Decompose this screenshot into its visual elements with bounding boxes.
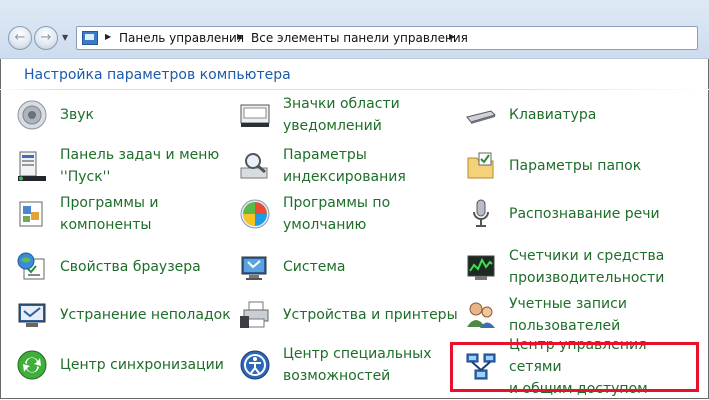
breadcrumb-arrow-icon[interactable]: ▶	[449, 32, 455, 41]
keyboard-icon	[466, 110, 496, 124]
breadcrumb-item-control-panel[interactable]: Панель управления	[119, 31, 244, 45]
breadcrumb-arrow-icon[interactable]: ▶	[237, 32, 243, 41]
item-user-accounts[interactable]: Учетные записи пользователей	[465, 293, 675, 337]
item-taskbar-start-menu[interactable]: Панель задач и меню ''Пуск''	[16, 144, 226, 188]
folder-options-icon	[467, 152, 494, 179]
printer-icon	[240, 301, 269, 328]
item-label: Программы и компоненты	[60, 195, 159, 233]
address-bar[interactable]: ▶ Панель управления ▶ Все элементы панел…	[76, 26, 698, 50]
heading-divider	[0, 89, 709, 90]
item-folder-options[interactable]: Параметры папок	[465, 144, 675, 188]
item-label: Клавиатура	[509, 107, 597, 123]
item-label: Звук	[60, 107, 94, 123]
item-devices-printers[interactable]: Устройства и принтеры	[239, 293, 458, 337]
item-label: Панель задач и меню ''Пуск''	[60, 147, 220, 185]
item-label: Свойства браузера	[60, 259, 201, 275]
item-notification-icons[interactable]: Значки области уведомлений	[239, 93, 449, 137]
system-icon	[241, 256, 267, 280]
tray-icon	[240, 104, 270, 127]
control-panel-icon	[82, 31, 98, 45]
item-system[interactable]: Система	[239, 245, 449, 289]
item-indexing-options[interactable]: Параметры индексирования	[239, 144, 449, 188]
item-label: Устранение неполадок	[60, 307, 231, 323]
microphone-icon	[473, 199, 489, 227]
item-label: Система	[283, 259, 346, 275]
item-troubleshooting[interactable]: Устранение неполадок	[16, 293, 231, 337]
item-label: Учетные записи пользователей	[509, 296, 627, 334]
item-default-programs[interactable]: Программы по умолчанию	[239, 192, 449, 236]
item-speech-recognition[interactable]: Распознавание речи	[465, 192, 675, 236]
back-button[interactable]: ←	[8, 26, 32, 50]
item-programs-features[interactable]: Программы и компоненты	[16, 192, 226, 236]
item-label: Параметры индексирования	[283, 147, 406, 185]
item-label: Распознавание речи	[509, 206, 660, 222]
item-keyboard[interactable]: Клавиатура	[465, 93, 675, 137]
item-label: Программы по умолчанию	[283, 195, 391, 233]
forward-button[interactable]: →	[34, 26, 58, 50]
page-title: Настройка параметров компьютера	[24, 67, 291, 83]
control-panel-content: Настройка параметров компьютера Звук Зна…	[0, 59, 709, 400]
performance-icon	[467, 255, 495, 280]
forward-arrow-icon: →	[40, 30, 52, 45]
item-sync-center[interactable]: Центр синхронизации	[16, 343, 226, 387]
programs-icon	[19, 201, 43, 227]
item-ease-of-access[interactable]: Центр специальных возможностей	[239, 343, 449, 387]
item-label: Центр синхронизации	[60, 357, 224, 373]
taskbar-icon	[18, 151, 46, 181]
item-label: Устройства и принтеры	[283, 307, 458, 323]
users-icon	[467, 302, 495, 328]
accessibility-icon	[240, 350, 270, 380]
speaker-icon	[17, 100, 47, 130]
breadcrumb-item-all-items[interactable]: Все элементы панели управления	[251, 31, 468, 45]
back-arrow-icon: ←	[14, 30, 26, 45]
internet-options-icon	[17, 252, 45, 280]
item-label: Значки области уведомлений	[283, 96, 400, 134]
sync-icon	[17, 350, 47, 380]
indexing-icon	[240, 153, 268, 179]
item-browser-properties[interactable]: Свойства браузера	[16, 245, 226, 289]
default-programs-icon	[240, 199, 270, 229]
item-label: Параметры папок	[509, 158, 642, 174]
breadcrumb-arrow-icon[interactable]: ▶	[105, 32, 111, 41]
explorer-toolbar: ← → ▼ ▶ Панель управления ▶ Все элементы…	[0, 0, 709, 59]
item-label: Счетчики и средства производительности	[509, 248, 665, 286]
recent-pages-dropdown-icon[interactable]: ▼	[62, 33, 68, 42]
item-label: Центр специальных возможностей	[283, 346, 432, 384]
highlight-frame	[450, 342, 699, 392]
item-sound[interactable]: Звук	[16, 93, 226, 137]
item-performance[interactable]: Счетчики и средства производительности	[465, 245, 675, 289]
troubleshooting-icon	[18, 303, 46, 327]
